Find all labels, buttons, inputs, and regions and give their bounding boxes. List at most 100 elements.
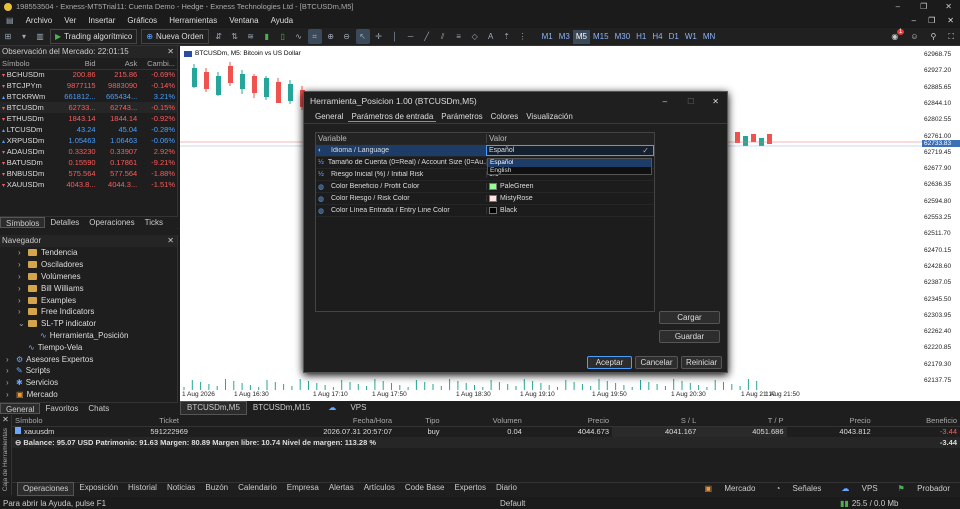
dlg-tab-visual[interactable]: Visualización xyxy=(523,112,576,121)
market-watch-row[interactable]: ▾ BNBUSDm 575.564 577.564 -1.88% xyxy=(0,168,177,179)
tab-chart-m15[interactable]: BTCUSDm,M15 xyxy=(247,402,316,414)
right-tab-signals[interactable]: ◔ Señales xyxy=(765,483,831,495)
profiles-icon[interactable]: ▥ xyxy=(33,29,47,44)
nav-item[interactable]: › ⚙ Asesores Expertos xyxy=(0,353,177,365)
fullscreen-icon[interactable]: ⛶ xyxy=(948,32,954,42)
buy-sell-icon[interactable]: ⇅ xyxy=(228,29,242,44)
menu-archivo[interactable]: Archivo xyxy=(20,16,59,25)
new-order-button[interactable]: ⊕ Nueva Orden xyxy=(141,29,209,44)
terminal-tab[interactable]: Code Base xyxy=(400,482,450,496)
market-watch-row[interactable]: ▾ ADAUSDm 0.33230 0.33907 2.92% xyxy=(0,146,177,157)
language-dropdown-list[interactable]: Español English xyxy=(487,158,652,175)
nav-item[interactable]: › Examples xyxy=(0,294,177,306)
dialog-maximize-icon[interactable]: ☐ xyxy=(677,97,704,106)
tab-trades[interactable]: Operaciones xyxy=(84,217,139,228)
terminal-tab[interactable]: Diario xyxy=(491,482,522,496)
horizontal-line-icon[interactable]: ─ xyxy=(404,29,418,44)
nav-item[interactable]: ∿ Tiempo-Vela xyxy=(0,341,177,353)
tf-h1[interactable]: H1 xyxy=(633,30,649,44)
arrows-icon[interactable]: ⇡ xyxy=(500,29,514,44)
color-swatch[interactable] xyxy=(489,195,497,202)
chevron-right-icon[interactable]: › xyxy=(18,284,28,293)
color-swatch[interactable] xyxy=(489,207,497,214)
chart-dropdown-icon[interactable]: ▾ xyxy=(17,29,31,44)
close-icon[interactable]: ✕ xyxy=(937,2,960,11)
position-row[interactable]: xauusdm 591222969 2026.07.31 20:57:07 bu… xyxy=(12,426,960,437)
minimize-icon[interactable]: – xyxy=(886,2,910,11)
terminal-tab[interactable]: Buzón xyxy=(200,482,233,496)
toolbox-close-icon[interactable]: ✕ xyxy=(0,415,11,424)
menu-ventana[interactable]: Ventana xyxy=(223,16,264,25)
chevron-right-icon[interactable]: › xyxy=(18,248,28,257)
new-chart-icon[interactable]: ⊞ xyxy=(1,29,15,44)
chevron-right-icon[interactable]: › xyxy=(6,366,16,375)
menu-insertar[interactable]: Insertar xyxy=(82,16,121,25)
terminal-col[interactable]: Precio xyxy=(524,415,613,427)
terminal-col[interactable]: Precio xyxy=(786,415,874,427)
nav-item[interactable]: › Tendencia xyxy=(0,247,177,259)
terminal-tab[interactable]: Empresa xyxy=(282,482,324,496)
text-icon[interactable]: A xyxy=(484,29,498,44)
nav-item[interactable]: › ▣ Mercado xyxy=(0,389,177,401)
save-button[interactable]: Guardar xyxy=(659,330,720,343)
tf-m5[interactable]: M5 xyxy=(572,29,591,44)
dialog-close-icon[interactable]: ✕ xyxy=(704,97,727,106)
ok-button[interactable]: Aceptar xyxy=(587,356,632,369)
col-symbol[interactable]: Símbolo xyxy=(0,58,56,70)
market-watch-close-icon[interactable]: ✕ xyxy=(167,46,177,58)
param-row[interactable]: ◍ Color Riesgo / Risk Color MistyRose xyxy=(316,193,654,205)
market-watch-row[interactable]: ▾ BTCJPYm 9877115 9883090 -0.14% xyxy=(0,80,177,91)
col-bid[interactable]: Bid xyxy=(55,58,98,70)
terminal-col[interactable]: Ticket xyxy=(118,415,221,427)
nav-item[interactable]: › Osciladores xyxy=(0,259,177,271)
market-watch-row[interactable]: ▾ ETHUSDm 1843.14 1844.14 -0.92% xyxy=(0,113,177,124)
tf-h4[interactable]: H4 xyxy=(649,30,665,44)
cursor-icon[interactable]: ↖ xyxy=(355,29,370,44)
tf-w1[interactable]: W1 xyxy=(682,30,700,44)
chevron-right-icon[interactable]: › xyxy=(6,378,16,387)
col-ask[interactable]: Ask xyxy=(97,58,140,70)
channel-icon[interactable]: ⫽ xyxy=(436,29,450,44)
mdi-restore-icon[interactable]: ❐ xyxy=(922,16,941,25)
market-watch-row[interactable]: ▾ XAUUSDm 4043.8... 4044.3... -1.51% xyxy=(0,179,177,190)
market-watch-row[interactable]: ▴ LTCUSDm 43.24 45.04 -0.28% xyxy=(0,124,177,135)
param-row[interactable]: ◍ Color Línea Entrada / Entry Line Color B… xyxy=(316,205,654,217)
terminal-tab[interactable]: Exposición xyxy=(74,482,123,496)
account-icon[interactable]: ☺ xyxy=(910,32,918,41)
tab-vps[interactable]: ☁ VPS xyxy=(316,402,378,414)
terminal-tab[interactable]: Alertas xyxy=(324,482,359,496)
right-tab-vps[interactable]: ☁ VPS xyxy=(831,483,887,495)
tab-general[interactable]: General xyxy=(0,403,41,414)
terminal-col[interactable]: Beneficio xyxy=(873,415,960,427)
dlg-tab-colors[interactable]: Colores xyxy=(488,112,522,121)
tf-d1[interactable]: D1 xyxy=(666,30,682,44)
tab-chats[interactable]: Chats xyxy=(83,403,114,414)
terminal-col[interactable]: S / L xyxy=(612,415,700,427)
restore-icon[interactable]: ❐ xyxy=(910,2,937,11)
chevron-right-icon[interactable]: › xyxy=(18,260,28,269)
mdi-close-icon[interactable]: ✕ xyxy=(941,16,960,25)
zoom-out-icon[interactable]: ⊖ xyxy=(340,29,354,44)
nav-item[interactable]: › Bill Williams xyxy=(0,282,177,294)
mdi-minimize-icon[interactable]: – xyxy=(906,16,922,25)
market-watch-row[interactable]: ▾ BCHUSDm 200.86 215.86 -0.69% xyxy=(0,69,177,80)
terminal-tab[interactable]: Calendario xyxy=(233,482,282,496)
dlg-tab-params[interactable]: Parámetros xyxy=(438,112,485,121)
position-sl[interactable]: 4041.167 xyxy=(612,426,700,437)
market-watch-row[interactable]: ▴ XRPUSDm 1.05463 1.06463 -0.06% xyxy=(0,135,177,146)
col-change[interactable]: Cambi... xyxy=(139,58,177,70)
bar-chart-icon[interactable]: ▮ xyxy=(260,29,274,44)
candle-chart-icon[interactable]: ▯ xyxy=(276,29,290,44)
nav-item[interactable]: ∿ Herramienta_Posición xyxy=(0,330,177,342)
tab-symbols[interactable]: Símbolos xyxy=(0,217,46,228)
option-english[interactable]: English xyxy=(488,167,651,175)
col-variable[interactable]: Variable xyxy=(316,134,486,143)
terminal-tab[interactable]: Expertos xyxy=(449,482,491,496)
terminal-col[interactable]: Tipo xyxy=(395,415,443,427)
chevron-right-icon[interactable]: › xyxy=(18,272,28,281)
screenshot-icon[interactable]: ⌗ xyxy=(307,29,322,44)
trendline-icon[interactable]: ╱ xyxy=(420,29,434,44)
tab-details[interactable]: Detalles xyxy=(45,217,84,228)
right-tab-tester[interactable]: ⚑ Probador xyxy=(888,483,960,495)
market-watch-row[interactable]: ▾ BATUSDm 0.15590 0.17861 -9.21% xyxy=(0,157,177,168)
